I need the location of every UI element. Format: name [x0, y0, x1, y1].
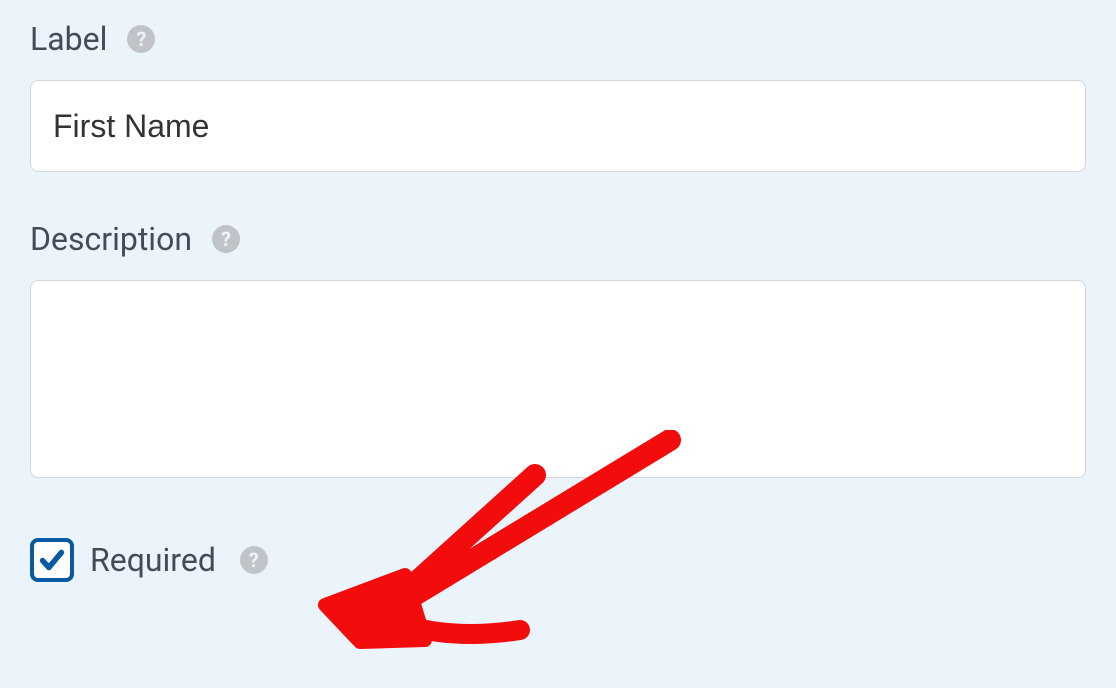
description-field-title: Description — [30, 220, 192, 258]
label-field-group: Label ? — [30, 20, 1086, 172]
required-label: Required — [90, 541, 216, 579]
check-icon — [37, 545, 67, 575]
label-field-title: Label — [30, 20, 107, 58]
help-icon[interactable]: ? — [212, 225, 240, 253]
label-row: Label ? — [30, 20, 1086, 58]
label-input[interactable] — [30, 80, 1086, 172]
description-field-group: Description ? — [30, 220, 1086, 482]
help-icon[interactable]: ? — [240, 546, 268, 574]
required-row: Required ? — [30, 538, 1086, 582]
description-row: Description ? — [30, 220, 1086, 258]
required-checkbox[interactable] — [30, 538, 74, 582]
description-textarea[interactable] — [30, 280, 1086, 478]
help-icon[interactable]: ? — [127, 25, 155, 53]
